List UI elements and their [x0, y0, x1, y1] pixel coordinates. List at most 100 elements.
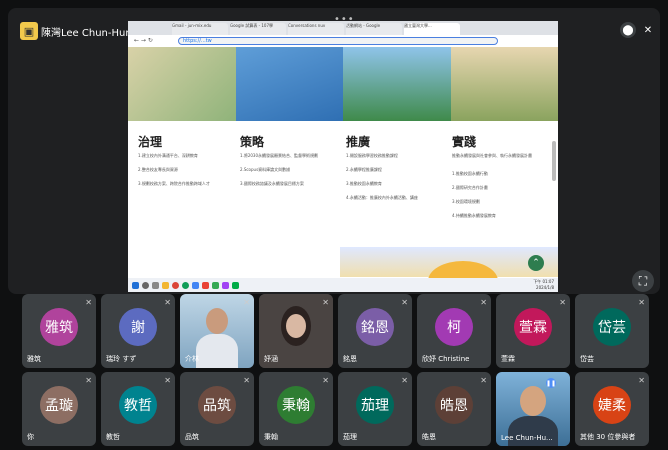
edge-icon[interactable]: [182, 281, 189, 289]
participant-tile-self[interactable]: 孟璇 ✕ 你: [22, 372, 96, 446]
mic-off-icon: ✕: [638, 298, 645, 307]
participant-name: 品筑: [185, 433, 199, 441]
person-face: [286, 314, 306, 338]
app-icon[interactable]: [232, 281, 239, 289]
navigation-icons[interactable]: ← → ↻: [134, 37, 153, 44]
column-item: 1.推動校園永續行動: [452, 171, 488, 176]
participant-tile[interactable]: 秉翰 ✕ 秉翰: [259, 372, 333, 446]
avatar: 品筑: [198, 386, 236, 424]
participant-name: 其他 30 位參與者: [580, 433, 636, 441]
avatar: 謝: [119, 308, 157, 346]
mic-off-icon: ✕: [322, 376, 329, 385]
taskbar-clock: 下午 01:07 2024/1/8: [533, 279, 554, 291]
fullscreen-icon[interactable]: ⛶: [632, 270, 654, 292]
mic-off-icon: ✕: [559, 298, 566, 307]
participant-tile-video[interactable]: ✕ 妤涵: [259, 294, 333, 368]
person-body: [196, 334, 238, 368]
avatar: 皓恩: [435, 386, 473, 424]
app-icon[interactable]: [212, 281, 219, 289]
mic-off-icon: ✕: [85, 376, 92, 385]
image-governance: [128, 47, 236, 121]
app-icon[interactable]: [222, 281, 229, 289]
mic-off-icon: ✕: [164, 298, 171, 307]
participant-tile[interactable]: 銘恩 ✕ 銘恩: [338, 294, 412, 368]
column-item: 1.將2030永續發展願景結合、監督學術規劃: [240, 153, 318, 158]
participant-tile[interactable]: 品筑 ✕ 品筑: [180, 372, 254, 446]
participant-name: 岱芸: [580, 355, 594, 363]
participant-name: 萱霖: [501, 355, 515, 363]
participant-name: 欣妤 Christine: [422, 355, 470, 363]
mic-off-icon: ✕: [401, 376, 408, 385]
column-title-promotion: 推廣: [346, 135, 371, 149]
participant-tile-others[interactable]: 婕柔 ✕ 其他 30 位參與者: [575, 372, 649, 446]
windows-taskbar: 下午 01:07 2024/1/8: [128, 278, 558, 292]
participant-tile[interactable]: 教哲 ✕ 教哲: [101, 372, 175, 446]
browser-tab[interactable]: Conversations nuv: [288, 23, 344, 35]
windows-start-icon[interactable]: [132, 281, 139, 289]
column-item: 3.國際校務諮議及永續發展目標方案: [240, 181, 304, 186]
avatar: 岱芸: [593, 308, 631, 346]
participant-tile[interactable]: 謝 ✕ 瑞玲 すず: [101, 294, 175, 368]
column-title-governance: 治理: [138, 135, 163, 149]
browser-tab[interactable]: Gmail - jun-mix.edu: [172, 23, 228, 35]
url-field[interactable]: https://...tw: [178, 37, 498, 45]
avatar: 秉翰: [277, 386, 315, 424]
participant-name: 茄理: [343, 433, 357, 441]
mic-off-icon: ✕: [638, 376, 645, 385]
column-item: 3.推動校園永續教育: [346, 181, 382, 186]
browser-tab[interactable]: Google 試算表 - 107學: [230, 23, 286, 35]
search-icon[interactable]: [142, 281, 149, 289]
participant-tile[interactable]: 柯 ✕ 欣妤 Christine: [417, 294, 491, 368]
column-item: 2.整合校友專長與資源: [138, 167, 178, 172]
participant-name: 秉翰: [264, 433, 278, 441]
mic-off-icon: ✕: [243, 376, 250, 385]
browser-tab[interactable]: 活動網站 - Google: [346, 23, 402, 35]
column-item: 2.國際研究合作計畫: [452, 185, 488, 190]
participant-tile[interactable]: 雅筑 ✕ 雅筑: [22, 294, 96, 368]
participant-tile[interactable]: 皓恩 ✕ 皓恩: [417, 372, 491, 446]
participant-name: 介林: [185, 355, 199, 363]
mic-off-icon: ✕: [164, 376, 171, 385]
participant-tile[interactable]: 茄理 ✕ 茄理: [338, 372, 412, 446]
task-view-icon[interactable]: [152, 281, 159, 289]
column-item: 2.Scopus資料庫論文與數據: [240, 167, 291, 172]
browser-tab-active[interactable]: 國立臺灣大學...: [404, 23, 460, 35]
clock-date: 2024/1/8: [536, 285, 554, 290]
participant-tile-video[interactable]: ✕ 介林: [180, 294, 254, 368]
column-title-practice: 實踐: [452, 135, 477, 149]
page-scrollbar[interactable]: [552, 141, 556, 181]
app-icon[interactable]: [202, 281, 209, 289]
presentation-icon: ▣: [20, 22, 38, 40]
participant-name: 教哲: [106, 433, 120, 441]
participant-tile[interactable]: 萱霖 ✕ 萱霖: [496, 294, 570, 368]
participant-tile-video[interactable]: ❚❚ Lee Chun-Hu...: [496, 372, 570, 446]
avatar: 雅筑: [40, 308, 78, 346]
avatar: 柯: [435, 308, 473, 346]
participant-name: 瑞玲 すず: [106, 355, 137, 363]
column-item: 2.永續學程推廣課程: [346, 167, 382, 172]
chrome-icon[interactable]: [172, 281, 179, 289]
person-face: [206, 308, 228, 334]
avatar: 婕柔: [593, 386, 631, 424]
mic-off-icon: ✕: [85, 298, 92, 307]
participant-tile[interactable]: 岱芸 ✕ 岱芸: [575, 294, 649, 368]
person-face: [520, 386, 546, 416]
app-icon[interactable]: [192, 281, 199, 289]
participant-name: 皓恩: [422, 433, 436, 441]
column-item: 1.建立校內外溝通平台、深耕教育: [138, 153, 198, 158]
mic-off-icon: ✕: [401, 298, 408, 307]
pin-icon[interactable]: ⬤: [620, 22, 636, 38]
mic-off-icon: ✕: [480, 376, 487, 385]
mic-off-icon: ✕: [243, 298, 250, 307]
column-item: 1.開設服務學習校務推動課程: [346, 153, 398, 158]
image-strategy: [235, 47, 343, 121]
explorer-icon[interactable]: [162, 281, 169, 289]
participant-name: 妤涵: [264, 355, 278, 363]
shared-screen: Gmail - jun-mix.edu Google 試算表 - 107學 Co…: [128, 21, 558, 292]
scroll-to-top-button[interactable]: ⌃: [528, 255, 544, 271]
column-item: 3.校園環境規劃: [452, 199, 480, 204]
speaking-indicator-icon: ❚❚: [545, 378, 557, 388]
avatar: 銘恩: [356, 308, 394, 346]
shared-screen-stage: ▣ 陳灣Lee Chun-Hung Jeb正在分享螢幕畫面 ••• ⬤ ✕ Gm…: [8, 8, 660, 294]
image-practice: [450, 47, 558, 121]
